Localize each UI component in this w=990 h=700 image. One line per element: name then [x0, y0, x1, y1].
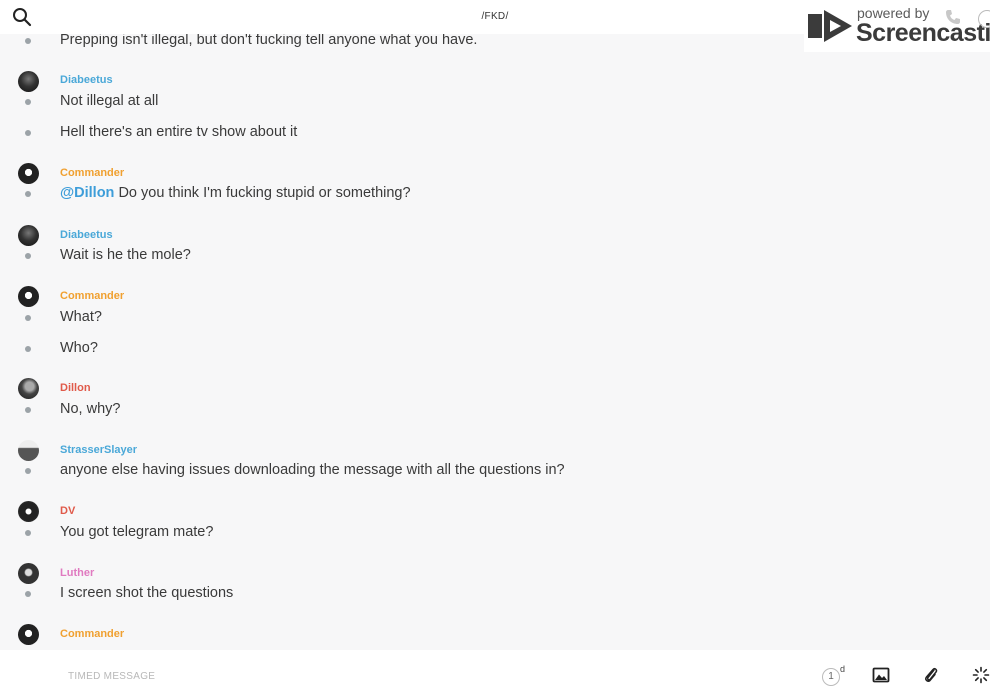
- message-bullet: [25, 346, 31, 352]
- message-text: I screen shot the questions: [60, 585, 234, 601]
- spinner-icon[interactable]: [972, 666, 990, 686]
- avatar[interactable]: [18, 624, 39, 645]
- avatar[interactable]: [18, 378, 39, 399]
- message-text: Not illegal at all: [60, 93, 159, 109]
- timer-unit: d: [840, 664, 846, 674]
- timer-value: 1: [822, 668, 840, 686]
- timer-button[interactable]: 1 d: [822, 664, 846, 688]
- message-text: No, why?: [60, 401, 121, 417]
- phone-icon: [945, 9, 961, 30]
- message-text: What?: [60, 309, 102, 325]
- mention-link[interactable]: @Dillon: [60, 185, 114, 201]
- paperclip-icon[interactable]: [922, 666, 942, 686]
- avatar[interactable]: [18, 286, 39, 307]
- message-list: Prepping isn't illegal, but don't fuckin…: [0, 34, 990, 650]
- message-author[interactable]: Commander: [60, 628, 124, 640]
- message-bullet: [25, 191, 31, 197]
- message-bullet: [25, 130, 31, 136]
- message-text: You got telegram mate?: [60, 524, 214, 540]
- message-text: @Dillon Do you think I'm fucking stupid …: [60, 185, 411, 201]
- message-author[interactable]: Diabeetus: [60, 229, 113, 241]
- message-bullet: [25, 315, 31, 321]
- message-text: Who?: [60, 340, 98, 356]
- message-author[interactable]: Diabeetus: [60, 74, 113, 86]
- message-author[interactable]: Commander: [60, 290, 124, 302]
- message-input[interactable]: [66, 665, 770, 687]
- avatar[interactable]: [18, 440, 39, 461]
- message-text: Wait is he the mole?: [60, 247, 191, 263]
- message-bullet: [25, 38, 31, 44]
- avatar[interactable]: [18, 501, 39, 522]
- info-icon: [978, 10, 990, 28]
- avatar[interactable]: [18, 225, 39, 246]
- message-text: Prepping isn't illegal, but don't fuckin…: [60, 34, 478, 48]
- avatar[interactable]: [18, 563, 39, 584]
- message-author[interactable]: Dillon: [60, 382, 91, 394]
- message-bullet: [25, 407, 31, 413]
- message-text: anyone else having issues downloading th…: [60, 462, 565, 478]
- avatar[interactable]: [18, 163, 39, 184]
- message-author[interactable]: DV: [60, 505, 75, 517]
- image-icon[interactable]: [872, 666, 892, 686]
- message-bullet: [25, 530, 31, 536]
- avatar[interactable]: [18, 71, 39, 92]
- message-text: Hell there's an entire tv show about it: [60, 124, 298, 140]
- message-text-body: Do you think I'm fucking stupid or somet…: [114, 185, 411, 201]
- message-bullet: [25, 591, 31, 597]
- message-author[interactable]: StrasserSlayer: [60, 444, 137, 456]
- message-bullet: [25, 99, 31, 105]
- message-author[interactable]: Luther: [60, 567, 94, 579]
- message-bullet: [25, 468, 31, 474]
- message-author[interactable]: Commander: [60, 167, 124, 179]
- message-bullet: [25, 253, 31, 259]
